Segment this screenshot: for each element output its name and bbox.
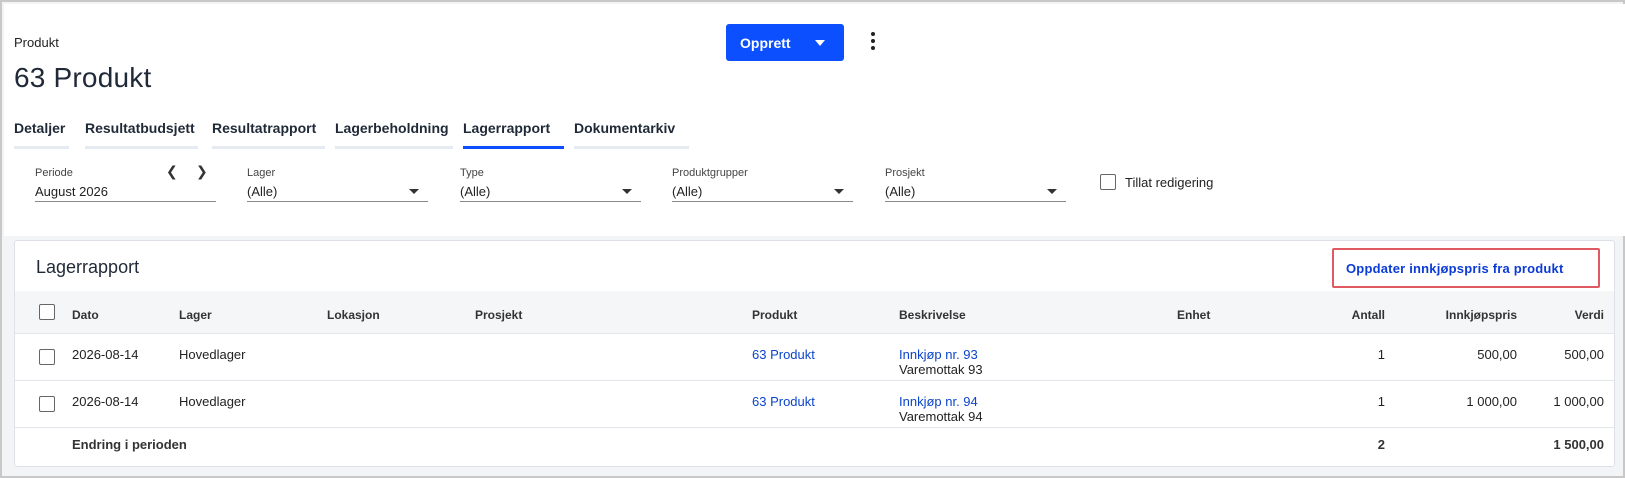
lager-value[interactable]: (Alle) [247,184,277,199]
tab-label: Detaljer [14,120,66,136]
type-value[interactable]: (Alle) [460,184,490,199]
tillat-redigering-label: Tillat redigering [1125,174,1214,190]
chevron-down-icon[interactable] [1047,189,1057,194]
prosjekt-underline [885,201,1066,202]
cell-verdi: 1 000,00 [1553,394,1604,409]
chevron-down-icon[interactable] [409,189,419,194]
cell-antall: 1 [1377,394,1385,409]
tab-dokumentarkiv[interactable]: Dokumentarkiv [574,119,689,149]
cell-beskrivelse-link[interactable]: Innkjøp nr. 93 [899,347,978,362]
lager-label: Lager [247,167,276,179]
tab-lagerrapport[interactable]: Lagerrapport [463,119,564,149]
cell-lager: Hovedlager [179,394,246,409]
col-produkt[interactable]: Produkt [752,308,797,322]
produktgrupper-filter[interactable]: Produktgrupper (Alle) [672,167,853,202]
total-antall: 2 [1377,437,1385,452]
tab-underline [463,146,564,149]
tillat-redigering-checkbox[interactable] [1100,174,1116,190]
col-lager[interactable]: Lager [179,308,212,322]
tab-underline [335,146,453,149]
page-title: 63 Produkt [14,62,152,93]
col-innkjopspris[interactable]: Innkjøpspris [1415,308,1517,322]
tab-detaljer[interactable]: Detaljer [14,119,69,149]
tab-bar: Detaljer Resultatbudsjett Resultatrappor… [14,119,689,149]
report-card: Lagerrapport Oppdater innkjøpspris fra p… [14,240,1615,467]
periode-filter[interactable]: Periode August 2026 [35,167,216,202]
lager-filter[interactable]: Lager (Alle) [247,167,428,202]
prosjekt-label: Prosjekt [885,167,925,179]
cell-innkjopspris: 1 000,00 [1466,394,1517,409]
tab-lagerbeholdning[interactable]: Lagerbeholdning [335,119,453,149]
table-header: Dato Lager Lokasjon Prosjekt Produkt Bes… [15,291,1614,334]
tab-label: Lagerbeholdning [335,120,449,136]
tab-underline [85,146,198,149]
produktgrupper-underline [672,201,853,202]
type-label: Type [460,167,484,179]
lager-underline [247,201,428,202]
cell-produkt-link[interactable]: 63 Produkt [752,394,815,409]
tab-resultatbudsjett[interactable]: Resultatbudsjett [85,119,198,149]
tab-underline [212,146,325,149]
col-antall[interactable]: Antall [1285,308,1385,322]
chevron-left-icon[interactable]: ❮ [166,163,178,180]
row-checkbox[interactable] [39,349,55,365]
tab-label: Dokumentarkiv [574,120,676,136]
periode-underline [35,201,216,202]
tab-label: Lagerrapport [463,120,551,136]
tab-underline [574,146,689,149]
cell-beskrivelse-sub: Varemottak 93 [899,362,983,377]
chevron-down-icon[interactable] [834,189,844,194]
periode-label: Periode [35,167,73,179]
create-button[interactable]: Opprett [726,24,844,61]
periode-value[interactable]: August 2026 [35,184,108,199]
cell-verdi: 500,00 [1564,347,1604,362]
col-beskrivelse[interactable]: Beskrivelse [899,308,966,322]
select-all-checkbox[interactable] [39,304,55,320]
more-options-icon[interactable] [867,32,879,54]
type-underline [460,201,641,202]
cell-antall: 1 [1377,347,1385,362]
breadcrumb[interactable]: Produkt [14,35,59,50]
produktgrupper-label: Produktgrupper [672,167,748,179]
row-checkbox[interactable] [39,396,55,412]
report-title: Lagerrapport [36,257,140,277]
cell-beskrivelse-sub: Varemottak 94 [899,409,983,424]
tab-label: Resultatrapport [212,120,317,136]
col-verdi[interactable]: Verdi [1505,308,1604,322]
update-purchase-price-label: Oppdater innkjøpspris fra produkt [1346,261,1564,276]
total-label: Endring i perioden [72,437,187,452]
tab-label: Resultatbudsjett [85,120,195,136]
cell-lager: Hovedlager [179,347,246,362]
col-lokasjon[interactable]: Lokasjon [327,308,380,322]
col-dato[interactable]: Dato [72,308,99,322]
page-header: Produkt 63 Produkt Opprett Detaljer Resu… [4,4,1625,236]
chevron-down-icon[interactable] [622,189,632,194]
cell-beskrivelse-link[interactable]: Innkjøp nr. 94 [899,394,978,409]
cell-innkjopspris: 500,00 [1477,347,1517,362]
update-purchase-price-button[interactable]: Oppdater innkjøpspris fra produkt [1332,248,1600,288]
type-filter[interactable]: Type (Alle) [460,167,641,202]
table-row[interactable]: 2026-08-14 Hovedlager 63 Produkt Innkjøp… [15,334,1614,381]
tab-underline [14,146,69,149]
produktgrupper-value[interactable]: (Alle) [672,184,702,199]
tillat-redigering[interactable]: Tillat redigering [1100,174,1213,190]
chevron-right-icon[interactable]: ❯ [196,163,208,180]
tab-resultatrapport[interactable]: Resultatrapport [212,119,325,149]
col-enhet[interactable]: Enhet [1177,308,1210,322]
chevron-down-icon[interactable] [815,40,825,46]
prosjekt-value[interactable]: (Alle) [885,184,915,199]
cell-dato: 2026-08-14 [72,347,139,362]
cell-produkt-link[interactable]: 63 Produkt [752,347,815,362]
total-verdi: 1 500,00 [1553,437,1604,452]
col-prosjekt[interactable]: Prosjekt [475,308,522,322]
prosjekt-filter[interactable]: Prosjekt (Alle) [885,167,1066,202]
cell-dato: 2026-08-14 [72,394,139,409]
window-frame: Produkt 63 Produkt Opprett Detaljer Resu… [0,0,1625,478]
create-button-label: Opprett [740,35,791,51]
table-row[interactable]: 2026-08-14 Hovedlager 63 Produkt Innkjøp… [15,381,1614,428]
